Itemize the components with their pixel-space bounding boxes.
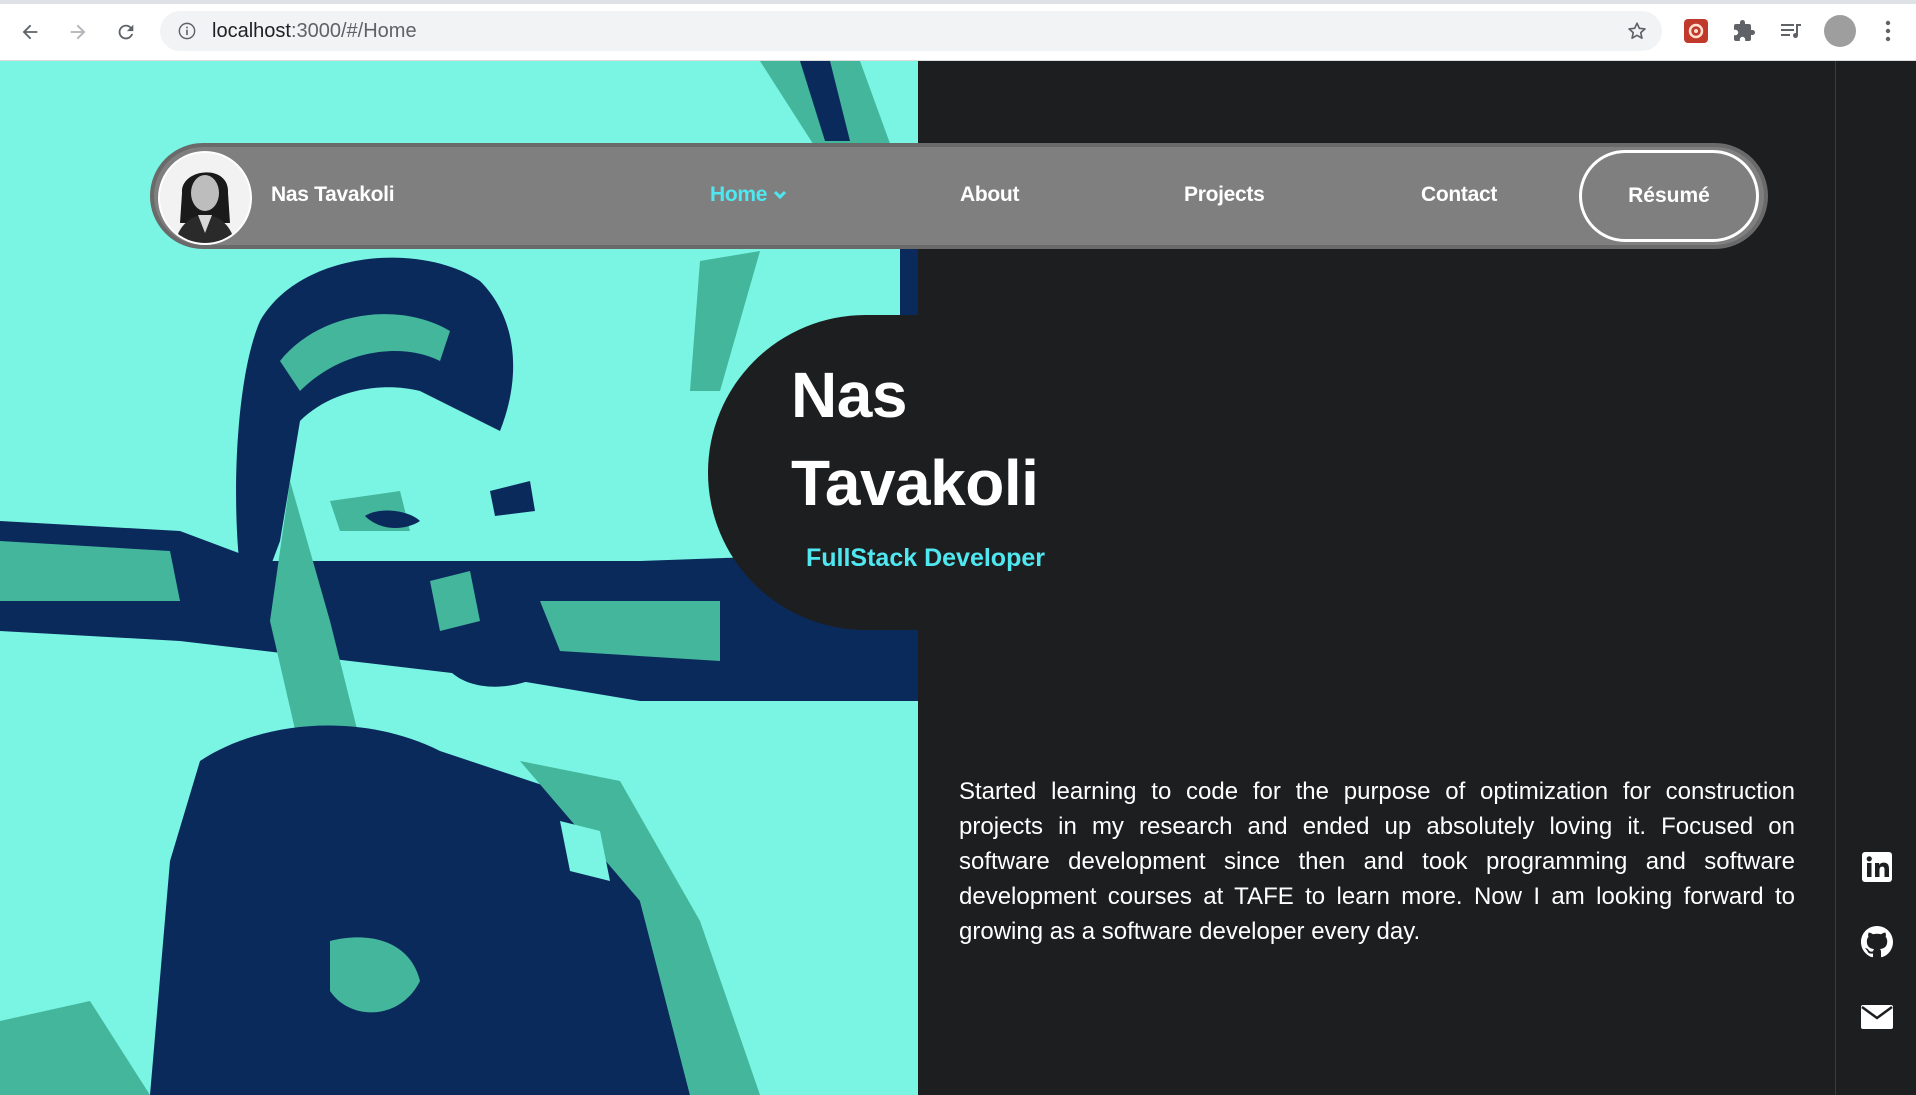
linkedin-icon[interactable]	[1860, 850, 1894, 884]
profile-avatar-icon[interactable]	[1824, 15, 1856, 47]
resume-button[interactable]: Résumé	[1579, 150, 1759, 242]
url-path: :3000/#/Home	[290, 20, 417, 42]
back-icon[interactable]	[12, 14, 48, 50]
address-bar[interactable]: localhost:3000/#/Home	[160, 11, 1662, 51]
browser-menu-icon[interactable]	[1874, 17, 1902, 45]
reload-icon[interactable]	[108, 14, 144, 50]
page: Nas Tavakoli Home About Projects Contact…	[0, 61, 1916, 1095]
nav-link-home[interactable]: Home	[710, 183, 787, 207]
sidebar-divider	[1835, 61, 1836, 1095]
main-navbar: Nas Tavakoli Home About Projects Contact…	[150, 143, 1768, 249]
media-queue-icon[interactable]	[1777, 17, 1805, 45]
nav-link-contact[interactable]: Contact	[1421, 183, 1497, 207]
puzzle-icon[interactable]	[1730, 17, 1758, 45]
browser-toolbar: localhost:3000/#/Home	[0, 0, 1916, 61]
hero-description: Started learning to code for the purpose…	[959, 778, 1795, 945]
chevron-down-icon	[773, 183, 787, 207]
info-icon[interactable]	[178, 22, 196, 40]
hero-role: FullStack Developer	[806, 544, 1045, 572]
email-icon[interactable]	[1860, 1000, 1894, 1034]
url-host: localhost	[212, 20, 291, 42]
bookmark-star-icon[interactable]	[1626, 20, 1648, 42]
nav-brand-name[interactable]: Nas Tavakoli	[271, 183, 395, 207]
forward-icon[interactable]	[60, 14, 96, 50]
nav-link-home-label: Home	[710, 183, 768, 206]
hero-first-name: Nas	[791, 359, 907, 431]
nav-avatar[interactable]	[158, 151, 252, 245]
tab-strip-edge	[0, 0, 1916, 4]
extension-icon[interactable]	[1682, 17, 1710, 45]
hero-last-name: Tavakoli	[791, 447, 1039, 519]
url-text: localhost:3000/#/Home	[212, 20, 417, 43]
hero-title: Nas Tavakoli	[791, 351, 1039, 527]
nav-link-projects[interactable]: Projects	[1184, 183, 1265, 207]
nav-link-about[interactable]: About	[960, 183, 1019, 207]
github-icon[interactable]	[1860, 925, 1894, 959]
